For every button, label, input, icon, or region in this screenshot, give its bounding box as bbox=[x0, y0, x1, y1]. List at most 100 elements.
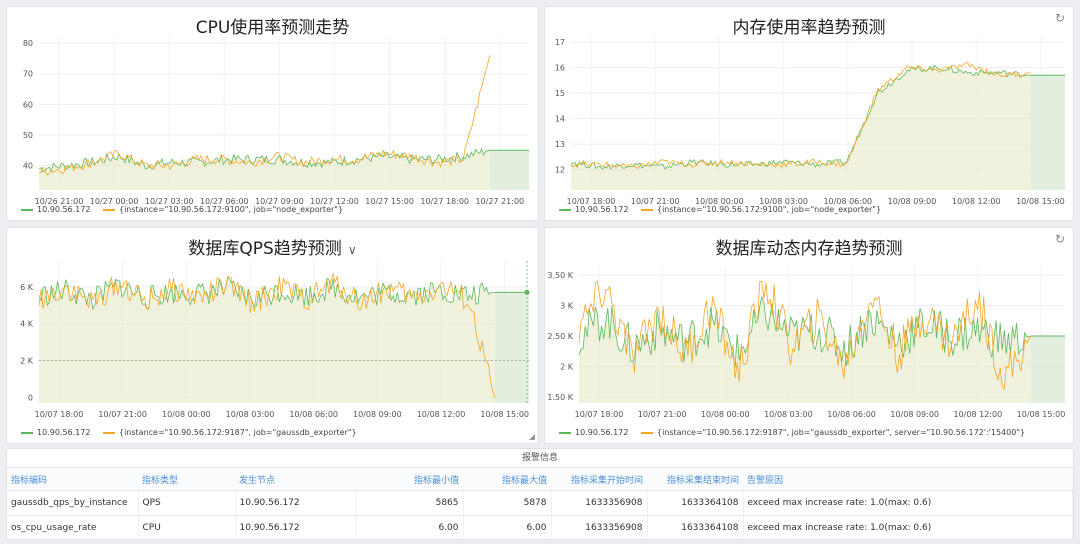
legend-label: 10.90.56.172 bbox=[37, 205, 91, 214]
x-tick-label: 10/08 00:00 bbox=[701, 410, 750, 419]
db-memory-panel: 数据库动态内存趋势预测 ↻ 1.50 K2 K 2.50 K3 K 3.50 K 10… bbox=[544, 227, 1074, 444]
column-header[interactable]: 指标编码 bbox=[7, 468, 138, 491]
forecast-area bbox=[494, 292, 529, 403]
table-cell: QPS bbox=[138, 490, 236, 516]
legend-label: {instance="10.90.56.172:9100", job="node… bbox=[118, 205, 344, 214]
table-cell: 5878 bbox=[463, 490, 552, 516]
table-cell: 10.90.56.172 bbox=[235, 490, 356, 516]
table-cell: 10.90.56.172 bbox=[235, 515, 356, 539]
legend-label: {instance="10.90.56.172:9187", job="gaus… bbox=[656, 428, 1026, 437]
forecast-area bbox=[1030, 336, 1065, 403]
legend-item[interactable]: {instance="10.90.56.172:9100", job="node… bbox=[640, 205, 882, 214]
series-area bbox=[571, 65, 1031, 190]
legend: 10.90.56.172 {instance="10.90.56.172:918… bbox=[21, 428, 367, 437]
y-tick-label: 40 bbox=[23, 162, 33, 171]
alarm-panel: 报警信息 指标编码 指标类型 发生节点 指标最小值 指标最大值 指标采集开始时间… bbox=[6, 448, 1074, 540]
x-tick-label: 10/08 15:00 bbox=[1017, 410, 1066, 419]
x-tick-label: 10/08 03:00 bbox=[226, 410, 275, 419]
x-tick-label: 10/08 09:00 bbox=[890, 410, 939, 419]
x-tick-label: 10/08 06:00 bbox=[827, 410, 876, 419]
y-tick-label: 50 bbox=[23, 131, 33, 140]
y-tick-label: 16 bbox=[555, 64, 565, 73]
x-tick-label: 10/08 12:00 bbox=[417, 410, 466, 419]
legend-item[interactable]: 10.90.56.172 bbox=[559, 428, 628, 437]
table-row[interactable]: gaussdb_qps_by_instance QPS 10.90.56.172… bbox=[7, 490, 1073, 516]
y-tick-label: 80 bbox=[23, 39, 33, 48]
legend: 10.90.56.172 {instance="10.90.56.172:910… bbox=[21, 205, 353, 214]
alarm-title: 报警信息 bbox=[7, 449, 1073, 468]
forecast-area bbox=[1030, 75, 1065, 190]
x-tick-label: 10/27 18:00 bbox=[420, 197, 469, 206]
legend-label: {instance="10.90.56.172:9187", job="gaus… bbox=[118, 428, 357, 437]
column-header[interactable]: 指标最大值 bbox=[463, 468, 551, 491]
column-header[interactable]: 发生节点 bbox=[235, 468, 355, 491]
legend-item[interactable]: 10.90.56.172 bbox=[559, 205, 628, 214]
y-tick-label: 13 bbox=[555, 140, 565, 149]
x-tick-label: 10/07 21:00 bbox=[98, 410, 147, 419]
y-tick-label: 12 bbox=[555, 166, 565, 175]
y-tick-label: 2.50 K bbox=[547, 332, 573, 341]
memory-chart[interactable]: 12131415161710/07 18:00 10/07 21:00 10/08 … bbox=[545, 7, 1074, 221]
forecast-area bbox=[489, 150, 529, 190]
y-tick-label: 14 bbox=[555, 115, 565, 124]
column-header[interactable]: 指标类型 bbox=[138, 468, 235, 491]
y-tick-label: 3.50 K bbox=[547, 271, 573, 280]
table-row[interactable]: os_cpu_usage_rate CPU 10.90.56.172 6.00 … bbox=[7, 515, 1073, 539]
legend-item[interactable]: {instance="10.90.56.172:9187", job="gaus… bbox=[102, 428, 357, 437]
y-tick-label: 2 K bbox=[560, 362, 574, 371]
table-cell: 1633364108 bbox=[647, 515, 744, 539]
y-tick-label: 15 bbox=[555, 89, 565, 98]
table-cell: 6.00 bbox=[463, 515, 552, 539]
qps-panel: 数据库QPS趋势预测 ∨ 02 K4 K6 K 10/07 18:00 10/07 2… bbox=[6, 227, 539, 444]
x-tick-label: 10/08 03:00 bbox=[764, 410, 813, 419]
cursor-point bbox=[524, 289, 530, 295]
table-cell: 5865 bbox=[355, 490, 464, 516]
y-tick-label: 4 K bbox=[20, 320, 34, 329]
x-tick-label: 10/08 12:00 bbox=[952, 197, 1001, 206]
x-tick-label: 10/08 06:00 bbox=[289, 410, 338, 419]
table-cell: gaussdb_qps_by_instance bbox=[7, 490, 139, 516]
x-tick-label: 10/07 18:00 bbox=[575, 410, 624, 419]
cpu-chart[interactable]: 405060708010/26 21:00 10/27 00:00 10/27 03… bbox=[7, 7, 539, 221]
table-cell: 1633356908 bbox=[551, 490, 648, 516]
y-tick-label: 6 K bbox=[20, 283, 34, 292]
y-tick-label: 2 K bbox=[20, 357, 34, 366]
legend: 10.90.56.172 {instance="10.90.56.172:918… bbox=[559, 428, 1035, 437]
legend-item[interactable]: {instance="10.90.56.172:9100", job="node… bbox=[102, 205, 344, 214]
y-tick-label: 1.50 K bbox=[547, 393, 573, 402]
table-cell: exceed max increase rate: 1.0(max: 0.6) bbox=[743, 490, 1073, 516]
column-header[interactable]: 告警原因 bbox=[743, 468, 1073, 491]
qps-chart[interactable]: 0 2 K 4 K 6 K 10/07 18:00 10/07 21:00 10/08 00… bbox=[7, 228, 539, 444]
y-tick-label: 3 K bbox=[560, 302, 574, 311]
y-tick-label: 60 bbox=[23, 100, 33, 109]
column-header[interactable]: 指标采集结束时间 bbox=[647, 468, 743, 491]
resize-handle-icon[interactable]: ◢ bbox=[529, 432, 535, 441]
x-tick-label: 10/27 21:00 bbox=[475, 197, 524, 206]
column-header[interactable]: 指标最小值 bbox=[355, 468, 463, 491]
x-tick-label: 10/07 21:00 bbox=[638, 410, 687, 419]
legend-label: 10.90.56.172 bbox=[37, 428, 91, 437]
x-tick-label: 10/27 15:00 bbox=[365, 197, 414, 206]
column-header[interactable]: 指标采集开始时间 bbox=[551, 468, 647, 491]
x-tick-label: 10/08 15:00 bbox=[480, 410, 529, 419]
x-tick-label: 10/07 18:00 bbox=[35, 410, 84, 419]
legend-item[interactable]: {instance="10.90.56.172:9187", job="gaus… bbox=[640, 428, 1026, 437]
table-cell: 1633364108 bbox=[647, 490, 744, 516]
table-cell: CPU bbox=[138, 515, 236, 539]
legend-item[interactable]: 10.90.56.172 bbox=[21, 428, 90, 437]
alarm-table: 指标编码 指标类型 发生节点 指标最小值 指标最大值 指标采集开始时间 指标采集… bbox=[7, 468, 1073, 539]
legend-item[interactable]: 10.90.56.172 bbox=[21, 205, 90, 214]
table-cell: 6.00 bbox=[355, 515, 464, 539]
x-tick-label: 10/08 09:00 bbox=[888, 197, 937, 206]
cpu-panel: CPU使用率预测走势 40 50 60 70 80 10/26 21:00 10/27 00… bbox=[6, 6, 539, 221]
x-tick-label: 10/08 00:00 bbox=[162, 410, 211, 419]
y-tick-label: 0 bbox=[28, 393, 33, 402]
memory-panel: 内存使用率趋势预测 ↻ 12 13 14 15 16 17 10/07 18:00 10/07… bbox=[544, 6, 1074, 221]
table-cell: os_cpu_usage_rate bbox=[7, 515, 139, 539]
legend-label: {instance="10.90.56.172:9100", job="node… bbox=[656, 205, 882, 214]
db-memory-chart[interactable]: 1.50 K 2 K 2.50 K 3 K 3.50 K 10/07 18:00 10/07… bbox=[545, 228, 1074, 444]
table-cell: exceed max increase rate: 1.0(max: 0.6) bbox=[743, 515, 1073, 539]
table-cell: 1633356908 bbox=[551, 515, 648, 539]
x-tick-label: 10/08 12:00 bbox=[954, 410, 1003, 419]
table-header-row: 指标编码 指标类型 发生节点 指标最小值 指标最大值 指标采集开始时间 指标采集… bbox=[7, 468, 1073, 491]
